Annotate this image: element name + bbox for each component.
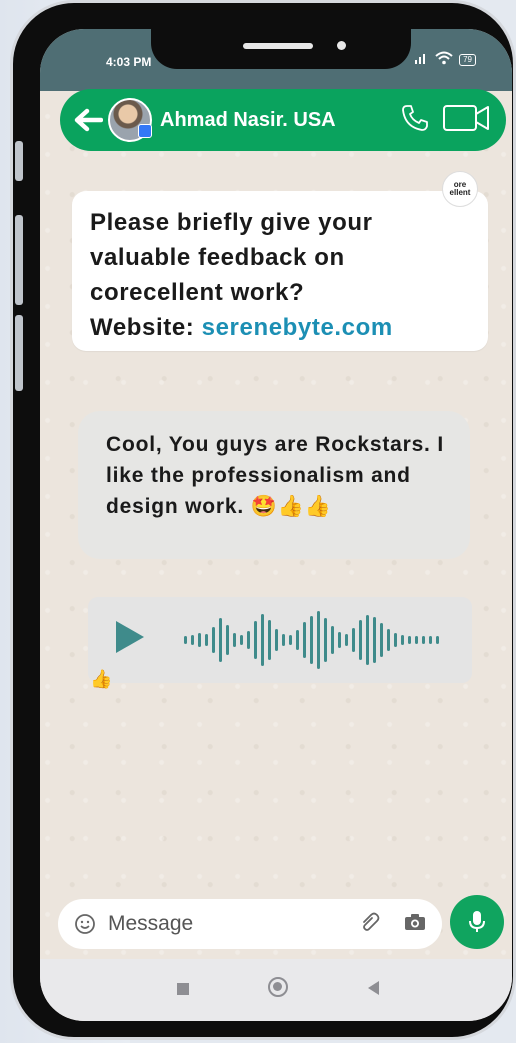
waveform-bar xyxy=(212,627,215,653)
website-link[interactable]: serenebyte.com xyxy=(202,314,393,341)
website-label: Website: xyxy=(90,314,202,341)
waveform-bar xyxy=(436,636,439,644)
camera-icon[interactable] xyxy=(404,913,426,936)
waveform-bar xyxy=(268,620,271,660)
waveform-bar xyxy=(408,636,411,644)
play-icon[interactable] xyxy=(116,621,144,653)
video-camera-icon[interactable] xyxy=(442,103,490,138)
speaker-grille xyxy=(243,43,313,49)
waveform-bar xyxy=(219,618,222,662)
reply-message-bubble[interactable]: Cool, You guys are Rockstars. I like the… xyxy=(78,411,470,559)
recents-icon[interactable] xyxy=(177,983,189,995)
waveform-bar xyxy=(226,625,229,655)
waveform-bar xyxy=(429,636,432,644)
waveform xyxy=(184,611,439,669)
waveform-bar xyxy=(338,632,341,648)
waveform-bar xyxy=(261,614,264,666)
waveform-bar xyxy=(184,636,187,644)
side-button xyxy=(15,141,23,181)
phone-frame: 4:03 PM 79 Ahmad Nasir. USA ore ellent P… xyxy=(10,0,516,1040)
home-icon[interactable] xyxy=(268,977,288,997)
waveform-bar xyxy=(345,634,348,646)
waveform-bar xyxy=(198,633,201,647)
waveform-bar xyxy=(296,630,299,650)
phone-icon[interactable] xyxy=(400,103,430,138)
reply-emoji: 🤩👍👍 xyxy=(250,495,332,518)
waveform-bar xyxy=(331,626,334,654)
waveform-bar xyxy=(380,623,383,657)
message-line-4: Website: serenebyte.com xyxy=(90,310,480,345)
avatar-badge xyxy=(138,124,152,138)
waveform-bar xyxy=(205,634,208,646)
volume-button xyxy=(15,215,23,305)
back-arrow-icon[interactable] xyxy=(68,100,108,140)
waveform-bar xyxy=(275,629,278,651)
waveform-bar xyxy=(387,629,390,651)
smiley-icon[interactable] xyxy=(74,913,96,935)
waveform-bar xyxy=(317,611,320,669)
waveform-bar xyxy=(233,633,236,647)
waveform-bar xyxy=(254,621,257,659)
waveform-bar xyxy=(282,634,285,646)
back-triangle-icon[interactable] xyxy=(368,981,379,995)
message-input[interactable]: Message xyxy=(108,912,358,936)
waveform-bar xyxy=(240,635,243,645)
header-actions xyxy=(400,103,490,138)
waveform-bar xyxy=(352,628,355,652)
sender-logo: ore ellent xyxy=(442,171,478,207)
battery-icon: 79 xyxy=(459,53,476,66)
waveform-bar xyxy=(401,635,404,645)
system-nav-bar xyxy=(40,959,512,1021)
microphone-icon[interactable] xyxy=(450,895,504,949)
message-line-3: corecellent work? xyxy=(90,279,305,306)
waveform-bar xyxy=(415,636,418,644)
waveform-bar xyxy=(289,635,292,645)
waveform-bar xyxy=(373,617,376,663)
incoming-message-bubble[interactable]: ore ellent Please briefly give your valu… xyxy=(72,171,488,351)
waveform-bar xyxy=(303,622,306,658)
message-line-2: valuable feedback on xyxy=(90,244,345,271)
waveform-bar xyxy=(191,635,194,645)
status-icons: 79 xyxy=(415,51,476,68)
waveform-bar xyxy=(310,616,313,664)
waveform-bar xyxy=(394,633,397,647)
reaction-emoji[interactable]: 👍 xyxy=(90,669,112,690)
signal-icon xyxy=(415,52,429,67)
chat-header: Ahmad Nasir. USA xyxy=(60,89,506,151)
contact-name[interactable]: Ahmad Nasir. USA xyxy=(160,109,336,132)
message-text: Please briefly give your valuable feedba… xyxy=(90,205,480,345)
status-time: 4:03 PM xyxy=(106,55,152,69)
waveform-bar xyxy=(366,615,369,665)
voice-message[interactable] xyxy=(88,597,472,683)
reply-text: Cool, You guys are Rockstars. I like the… xyxy=(106,429,478,522)
paperclip-icon[interactable] xyxy=(358,910,382,939)
waveform-bar xyxy=(359,620,362,660)
message-line-1: Please briefly give your xyxy=(90,209,373,236)
phone-notch xyxy=(151,29,411,69)
screen: 4:03 PM 79 Ahmad Nasir. USA ore ellent P… xyxy=(40,29,512,1021)
avatar[interactable] xyxy=(108,98,152,142)
sender-logo-text-2: ellent xyxy=(449,188,471,197)
power-button xyxy=(15,315,23,391)
waveform-bar xyxy=(422,636,425,644)
waveform-bar xyxy=(324,618,327,662)
waveform-bar xyxy=(247,631,250,649)
message-input-bar[interactable]: Message xyxy=(58,899,442,949)
front-camera xyxy=(337,41,346,50)
wifi-icon xyxy=(435,51,453,68)
